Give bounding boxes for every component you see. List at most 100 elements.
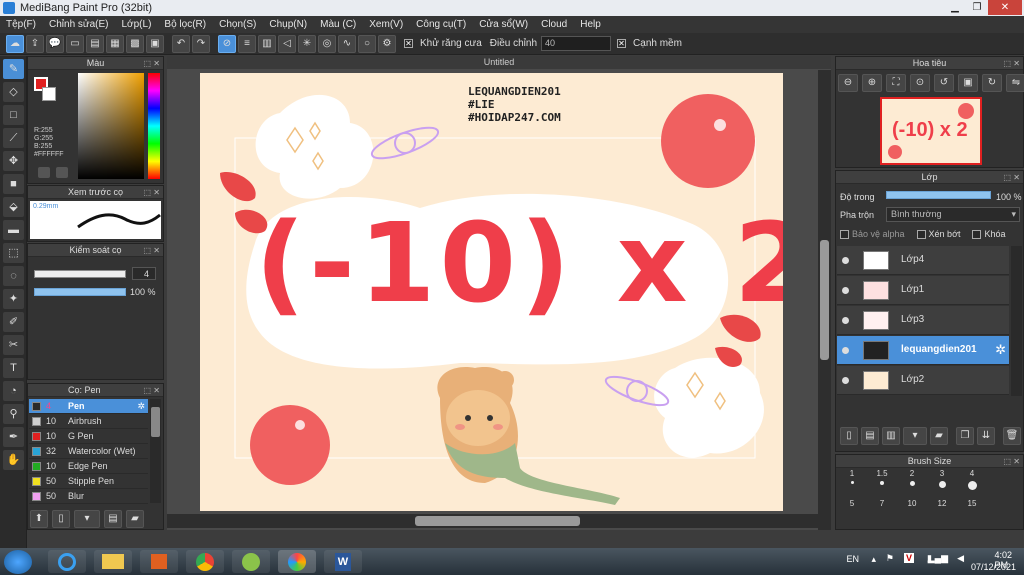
brush-properties-icon[interactable]: ▤: [104, 510, 122, 528]
gradient-tool-icon[interactable]: ▬: [3, 220, 24, 240]
network-icon[interactable]: ▂▄▆: [928, 553, 948, 564]
adjust-input[interactable]: 40: [541, 36, 612, 51]
rotate-left-icon[interactable]: ↺: [934, 74, 954, 92]
merge-layer-icon[interactable]: ⇊: [977, 427, 995, 445]
menu-file[interactable]: Tệp(F): [6, 19, 36, 30]
brush-item-watercolor[interactable]: 32 Watercolor (Wet): [29, 444, 148, 459]
minimize-button[interactable]: ▁: [944, 0, 966, 15]
color-picker-icon[interactable]: [56, 167, 68, 178]
new-brush-icon[interactable]: ▯: [52, 510, 70, 528]
share-icon[interactable]: ⇪: [26, 34, 44, 53]
curve-snap-icon[interactable]: ∿: [338, 34, 356, 53]
palette-icon[interactable]: [38, 167, 50, 178]
magic-wand-tool-icon[interactable]: ✦: [3, 289, 24, 309]
brush-folder-icon[interactable]: ▰: [126, 510, 144, 528]
cross-snap-icon[interactable]: ▥: [258, 34, 276, 53]
brush-menu-icon[interactable]: ▾: [74, 510, 100, 528]
layer-row[interactable]: Lớp1: [837, 276, 1009, 305]
menu-select[interactable]: Chọn(S): [219, 19, 256, 30]
zoom-out-icon[interactable]: ⊖: [838, 74, 858, 92]
medibang-taskbar-icon[interactable]: [278, 550, 316, 573]
duplicate-layer-icon[interactable]: ❐: [956, 427, 974, 445]
panel-icon[interactable]: ▦: [106, 34, 124, 53]
protect-alpha-checkbox[interactable]: [840, 229, 849, 239]
brush-size-cell[interactable]: 1.5: [867, 469, 897, 486]
zoom-in-icon[interactable]: ⊕: [862, 74, 882, 92]
line-tool-icon[interactable]: ⟋: [3, 128, 24, 148]
brush-item-g-pen[interactable]: 10 G Pen: [29, 429, 148, 444]
brush-size-cell[interactable]: 2: [897, 469, 927, 486]
brush-size-cell[interactable]: 3: [927, 469, 957, 488]
new-layer-icon[interactable]: ▯: [840, 427, 858, 445]
divide-tool-icon[interactable]: ◔: [3, 381, 24, 401]
brush-item-edge-pen[interactable]: 10 Edge Pen: [29, 459, 148, 474]
undo-icon[interactable]: ↶: [172, 34, 190, 53]
brush-item-pen[interactable]: 4 Pen ✲: [29, 399, 148, 414]
text-tool-icon[interactable]: T: [3, 358, 24, 378]
snap-off-icon[interactable]: ⊘: [218, 34, 236, 53]
cloud-icon[interactable]: ☁: [6, 34, 24, 53]
pen-tool-icon[interactable]: ✒: [3, 427, 24, 447]
fill-rect-tool-icon[interactable]: ■: [3, 174, 24, 194]
snap-settings-icon[interactable]: ⚙: [378, 34, 396, 53]
close-button[interactable]: ✕: [988, 0, 1022, 15]
select-pen-tool-icon[interactable]: ✐: [3, 312, 24, 332]
brush-size-cell[interactable]: 5: [837, 499, 867, 516]
new-8bit-layer-icon[interactable]: ▥: [882, 427, 900, 445]
parallel-snap-icon[interactable]: ≡: [238, 34, 256, 53]
explorer-taskbar-icon[interactable]: [94, 550, 132, 573]
brush-item-blur[interactable]: 50 Blur: [29, 489, 148, 504]
page-icon[interactable]: ▭: [66, 34, 84, 53]
layer-opacity-slider[interactable]: [886, 191, 991, 199]
delete-layer-icon[interactable]: 🗑: [1003, 427, 1021, 445]
brush-opacity-slider[interactable]: [34, 288, 126, 296]
menu-help[interactable]: Help: [580, 19, 601, 30]
chrome-taskbar-icon[interactable]: [186, 550, 224, 573]
menu-color[interactable]: Màu (C): [320, 19, 356, 30]
vertical-scrollbar[interactable]: [818, 70, 831, 530]
comment-icon[interactable]: 💬: [46, 34, 64, 53]
panel-menu-icon[interactable]: ⬚ ✕: [1004, 57, 1020, 70]
language-indicator[interactable]: EN: [846, 554, 859, 564]
panel-menu-icon[interactable]: ⬚ ✕: [1004, 171, 1020, 184]
zoom-reset-icon[interactable]: ⊙: [910, 74, 930, 92]
brush-item-stipple-pen[interactable]: 50 Stipple Pen: [29, 474, 148, 489]
lasso-tool-icon[interactable]: ◌: [3, 266, 24, 286]
menu-layer[interactable]: Lớp(L): [122, 19, 152, 30]
antialias-checkbox[interactable]: ✕: [404, 39, 413, 48]
add-brush-icon[interactable]: ⬆: [30, 510, 48, 528]
add-layer-menu-icon[interactable]: ▾: [903, 427, 927, 445]
maximize-button[interactable]: ❐: [966, 0, 988, 15]
brush-size-cell[interactable]: 15: [957, 499, 987, 516]
panel-menu-icon[interactable]: ⬚ ✕: [144, 384, 160, 397]
frame-icon[interactable]: ▣: [146, 34, 164, 53]
layer-row[interactable]: Lớp4: [837, 246, 1009, 275]
snap-edge-checkbox[interactable]: ✕: [617, 39, 627, 48]
menu-cloud[interactable]: Cloud: [541, 19, 567, 30]
secondary-color-swatch[interactable]: [42, 87, 56, 101]
navigator-preview[interactable]: (-10) x 2: [880, 97, 982, 165]
layer-folder-icon[interactable]: ▰: [930, 427, 948, 445]
eraser-tool-icon[interactable]: ◇: [3, 82, 24, 102]
vanishing-snap-icon[interactable]: ◁: [278, 34, 296, 53]
menu-view[interactable]: Xem(V): [369, 19, 403, 30]
layer-row[interactable]: Lớp2: [837, 366, 1009, 395]
new-halftone-layer-icon[interactable]: ▤: [861, 427, 879, 445]
clock-date[interactable]: 07/12/2021: [971, 562, 1016, 572]
lock-checkbox[interactable]: [972, 229, 982, 239]
artboard[interactable]: LEQUANGDIEN201 #LIE #HOIDAP247.COM (-10)…: [200, 73, 783, 511]
brush-size-cell[interactable]: 12: [927, 499, 957, 516]
hand-tool-icon[interactable]: ✋: [3, 450, 24, 470]
brush-size-cell[interactable]: 7: [867, 499, 897, 516]
panel-menu-icon[interactable]: ⬚ ✕: [144, 186, 160, 199]
rotate-right-icon[interactable]: ↻: [982, 74, 1002, 92]
eye-icon[interactable]: [842, 317, 849, 324]
start-button[interactable]: [4, 550, 32, 574]
volume-icon[interactable]: ◀: [957, 553, 964, 564]
vertical-scroll-thumb[interactable]: [820, 240, 829, 360]
hue-slider[interactable]: [148, 73, 160, 179]
horizontal-scrollbar[interactable]: [167, 514, 818, 528]
document-tab[interactable]: Untitled: [167, 56, 831, 69]
brush-size-cell[interactable]: 1: [837, 469, 867, 486]
eye-icon[interactable]: [842, 257, 849, 264]
